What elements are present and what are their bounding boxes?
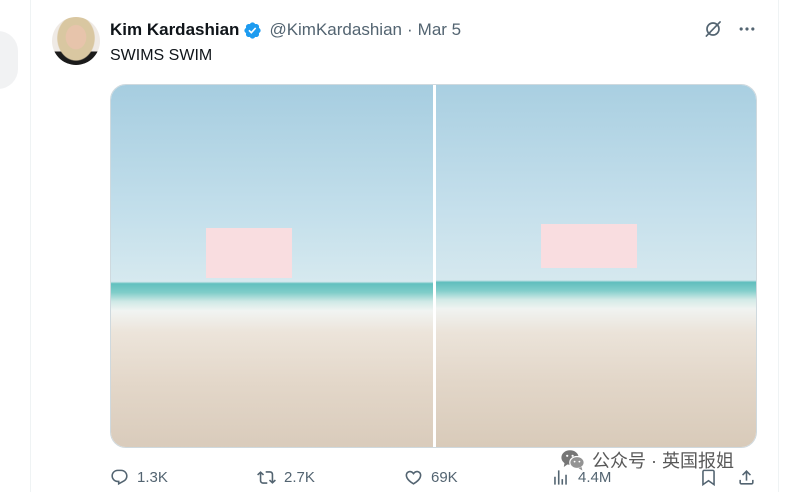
- page: Kim Kardashian @KimKardashian · Mar 5 SW…: [0, 0, 801, 492]
- like-button[interactable]: 69K: [404, 467, 458, 487]
- watermark-text: 公众号 · 英国报姐: [592, 451, 734, 471]
- more-icon[interactable]: [737, 19, 757, 39]
- share-button[interactable]: [737, 467, 756, 487]
- watermark: 公众号 · 英国报姐: [560, 447, 734, 473]
- censor-box: [206, 228, 292, 278]
- tweet-text: SWIMS SWIM: [110, 47, 213, 64]
- timeline-left-border: [30, 0, 31, 492]
- wechat-icon: [561, 450, 585, 471]
- tweet-date[interactable]: Mar 5: [418, 20, 461, 40]
- heart-icon: [405, 470, 422, 485]
- reply-button[interactable]: 1.3K: [110, 467, 168, 487]
- verified-badge-icon: [244, 21, 262, 39]
- reply-icon: [111, 469, 128, 485]
- reply-count: 1.3K: [137, 468, 168, 486]
- photo-right[interactable]: [436, 85, 756, 447]
- timeline-right-border: [778, 0, 779, 492]
- grok-icon[interactable]: [703, 19, 723, 39]
- header-separator: ·: [406, 20, 413, 39]
- author-handle[interactable]: @KimKardashian: [269, 20, 402, 40]
- repost-count: 2.7K: [284, 468, 315, 486]
- repost-button[interactable]: 2.7K: [257, 467, 315, 487]
- photo-left[interactable]: [111, 85, 433, 447]
- like-count: 69K: [431, 468, 458, 486]
- share-icon: [739, 469, 754, 485]
- censor-box: [541, 224, 637, 268]
- author-name[interactable]: Kim Kardashian: [110, 20, 239, 40]
- sidebar-partial[interactable]: [0, 31, 18, 89]
- repost-icon: [257, 470, 276, 484]
- avatar[interactable]: [52, 17, 100, 65]
- tweet-media: [110, 84, 757, 448]
- tweet-header: Kim Kardashian @KimKardashian · Mar 5: [110, 18, 461, 42]
